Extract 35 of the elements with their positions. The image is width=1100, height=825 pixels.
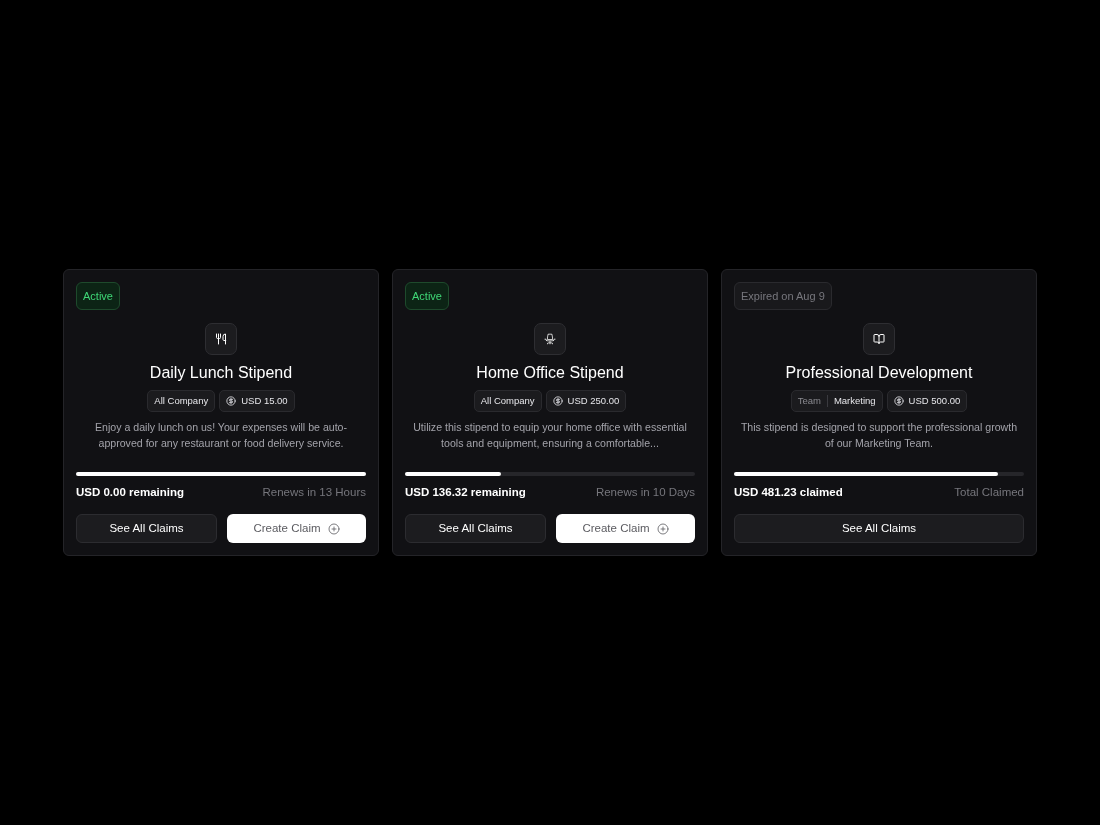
dollar-coin-icon (893, 396, 904, 406)
office-chair-icon (534, 323, 566, 355)
open-book-icon (863, 323, 895, 355)
dollar-coin-icon (552, 396, 563, 406)
plus-circle-icon (656, 522, 669, 535)
card-title: Daily Lunch Stipend (148, 363, 294, 383)
renewal-note: Total Claimed (954, 484, 1024, 500)
amount-status: USD 136.32 remaining (405, 484, 526, 500)
amount-text: USD 15.00 (241, 393, 288, 408)
amount-text: USD 250.00 (567, 393, 620, 408)
dollar-coin-icon (226, 396, 237, 406)
audience-tag: All Company (147, 390, 216, 412)
card-description: Enjoy a daily lunch on us! Your expenses will be auto-approved for any restaurant or food delivery service. (93, 420, 349, 451)
tag-value: Marketing (833, 393, 876, 408)
create-claim-button[interactable]: Create Claim (227, 514, 366, 543)
card-title: Professional Development (784, 363, 974, 383)
audience-tag: All Company (473, 390, 542, 412)
see-claims-button[interactable]: See All Claims (405, 514, 546, 543)
create-claim-button[interactable]: Create Claim (556, 514, 695, 543)
plus-circle-icon (327, 522, 340, 535)
card-title: Home Office Stipend (475, 363, 625, 383)
amount-status: USD 481.23 claimed (734, 484, 843, 500)
card-description: Utilize this stipend to equip your home office with essential tools and equipment, ensuring a comfortable... (412, 420, 688, 451)
renewal-note: Renews in 13 Hours (262, 484, 366, 500)
status-badge: Active (76, 282, 120, 310)
renewal-note: Renews in 10 Days (595, 484, 695, 500)
status-badge: Active (405, 282, 449, 310)
amount-status: USD 0.00 remaining (76, 484, 184, 500)
tag-label: Team (797, 393, 821, 408)
see-claims-button[interactable]: See All Claims (734, 514, 1024, 543)
see-claims-button[interactable]: See All Claims (76, 514, 217, 543)
status-badge: Expired on Aug 9 (734, 282, 832, 310)
card-description: This stipend is designed to support the professional growth of our Marketing Team. (739, 420, 1019, 451)
amount-text: USD 500.00 (908, 393, 961, 408)
utensils-icon (205, 323, 237, 355)
